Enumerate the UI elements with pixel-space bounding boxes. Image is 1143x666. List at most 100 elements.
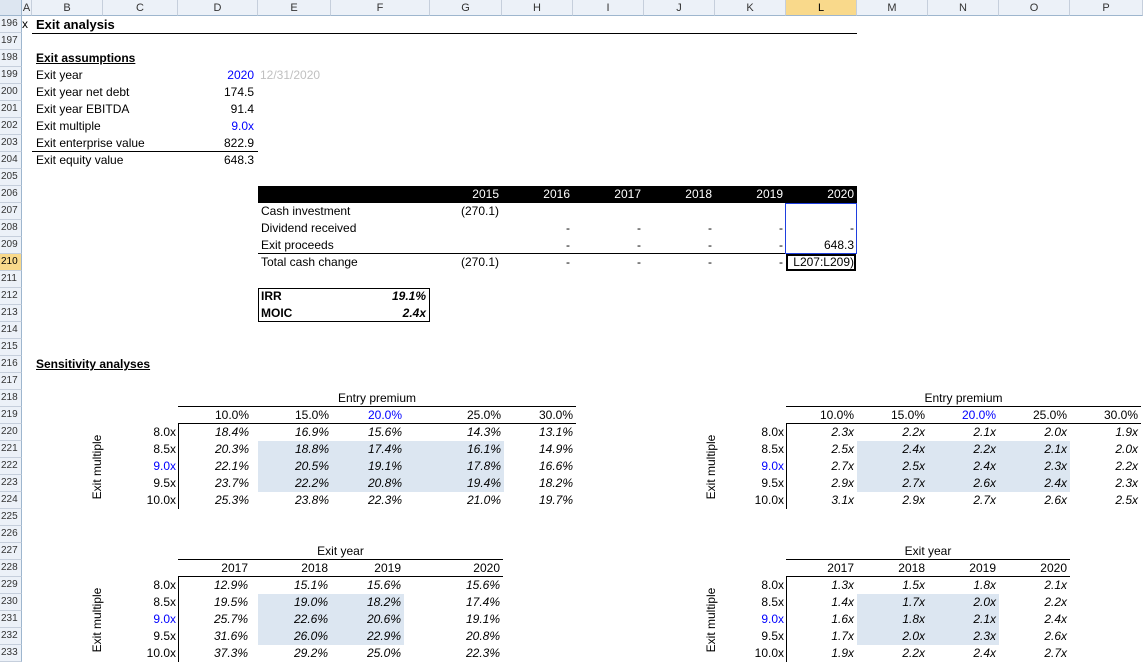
irr_year-cell[interactable]: 19.1%: [430, 611, 500, 628]
irr_year-cell[interactable]: 37.3%: [178, 645, 248, 662]
irr_premium-cell[interactable]: 13.1%: [502, 424, 573, 441]
column-header-d[interactable]: D: [178, 0, 258, 16]
row-header-197[interactable]: 197: [0, 33, 22, 50]
row-header-226[interactable]: 226: [0, 526, 22, 543]
irr_year-cell[interactable]: 25.0%: [331, 645, 401, 662]
row-header-216[interactable]: 216: [0, 356, 22, 373]
irr_year-row-header[interactable]: 8.0x: [103, 577, 176, 594]
row-header-207[interactable]: 207: [0, 203, 22, 220]
moic_premium-col-header[interactable]: 15.0%: [857, 407, 925, 424]
cashflow-value[interactable]: (270.1): [430, 203, 499, 220]
moic_year-col-header[interactable]: 2019: [928, 560, 996, 577]
assumption-label[interactable]: Exit equity value: [36, 152, 176, 169]
cashflow-label[interactable]: Cash investment: [261, 203, 411, 220]
irr_year-col-header[interactable]: 2020: [430, 560, 500, 577]
row-header-230[interactable]: 230: [0, 594, 22, 611]
moic_premium-row-header[interactable]: 8.5x: [715, 441, 784, 458]
column-header-c[interactable]: C: [103, 0, 178, 16]
row-header-206[interactable]: 206: [0, 186, 22, 203]
irr_year-col-header[interactable]: 2017: [178, 560, 248, 577]
column-header-j[interactable]: J: [644, 0, 715, 16]
irr_premium-cell[interactable]: 18.4%: [178, 424, 249, 441]
moic_premium-cell[interactable]: 2.6x: [928, 475, 996, 492]
irr_year-cell[interactable]: 29.2%: [258, 645, 328, 662]
row-header-200[interactable]: 200: [0, 84, 22, 101]
irr_year-cell[interactable]: 15.1%: [258, 577, 328, 594]
cashflow-value[interactable]: (270.1): [430, 254, 499, 271]
irr-label[interactable]: IRR: [261, 288, 321, 305]
row-header-219[interactable]: 219: [0, 407, 22, 424]
moic_year-cell[interactable]: 2.4x: [928, 645, 996, 662]
cashflow-label[interactable]: Total cash change: [261, 254, 411, 271]
cashflow-value[interactable]: -: [644, 220, 712, 237]
column-header-k[interactable]: K: [715, 0, 786, 16]
moic_year-cell[interactable]: 1.9x: [786, 645, 854, 662]
cashflow-value[interactable]: -: [573, 237, 641, 254]
cashflow-value[interactable]: -: [502, 254, 570, 271]
irr_year-col-title[interactable]: Exit year: [178, 543, 503, 560]
row-header-228[interactable]: 228: [0, 560, 22, 577]
assumption-value[interactable]: 91.4: [178, 101, 254, 118]
column-header-p[interactable]: P: [1070, 0, 1143, 16]
irr_premium-col-header[interactable]: 15.0%: [258, 407, 329, 424]
irr_premium-cell[interactable]: 17.8%: [430, 458, 501, 475]
irr_premium-cell[interactable]: 23.8%: [258, 492, 329, 509]
year-header-2016[interactable]: 2016: [502, 186, 570, 203]
irr_year-cell[interactable]: 25.7%: [178, 611, 248, 628]
moic_premium-col-title[interactable]: Entry premium: [786, 390, 1141, 407]
irr_year-cell[interactable]: 20.8%: [430, 628, 500, 645]
moic_premium-cell[interactable]: 2.1x: [928, 424, 996, 441]
irr_premium-cell[interactable]: 25.3%: [178, 492, 249, 509]
irr_year-cell[interactable]: 19.0%: [258, 594, 328, 611]
irr_year-cell[interactable]: 19.5%: [178, 594, 248, 611]
irr_year-cell[interactable]: 12.9%: [178, 577, 248, 594]
irr_premium-cell[interactable]: 14.9%: [502, 441, 573, 458]
assumption-label[interactable]: Exit enterprise value: [36, 135, 176, 152]
row-header-215[interactable]: 215: [0, 339, 22, 356]
row-header-204[interactable]: 204: [0, 152, 22, 169]
moic_year-cell[interactable]: 2.0x: [857, 628, 925, 645]
irr_premium-cell[interactable]: 20.5%: [258, 458, 329, 475]
moic_year-cell[interactable]: 1.5x: [857, 577, 925, 594]
moic_year-cell[interactable]: 1.3x: [786, 577, 854, 594]
irr_year-cell[interactable]: 22.9%: [331, 628, 401, 645]
irr_premium-cell[interactable]: 20.3%: [178, 441, 249, 458]
irr_premium-row-header[interactable]: 8.0x: [103, 424, 176, 441]
moic-label[interactable]: MOIC: [261, 305, 321, 322]
moic_year-col-header[interactable]: 2020: [999, 560, 1067, 577]
irr_premium-cell[interactable]: 23.7%: [178, 475, 249, 492]
irr_premium-cell[interactable]: 14.3%: [430, 424, 501, 441]
moic_year-cell[interactable]: 1.6x: [786, 611, 854, 628]
row-header-218[interactable]: 218: [0, 390, 22, 407]
row-header-196[interactable]: 196: [0, 16, 22, 33]
cashflow-value[interactable]: -: [573, 220, 641, 237]
moic_year-cell[interactable]: 1.7x: [857, 594, 925, 611]
assumption-label[interactable]: Exit year net debt: [36, 84, 176, 101]
irr_premium-cell[interactable]: 18.2%: [502, 475, 573, 492]
row-header-232[interactable]: 232: [0, 628, 22, 645]
column-header-e[interactable]: E: [258, 0, 331, 16]
moic_premium-cell[interactable]: 2.5x: [857, 458, 925, 475]
moic_year-cell[interactable]: 2.2x: [999, 594, 1067, 611]
page-title[interactable]: Exit analysis: [36, 16, 196, 33]
irr_premium-col-header[interactable]: 20.0%: [331, 407, 402, 424]
moic_premium-cell[interactable]: 2.2x: [928, 441, 996, 458]
irr_year-cell[interactable]: 15.6%: [331, 577, 401, 594]
moic_year-cell[interactable]: 1.7x: [786, 628, 854, 645]
moic_premium-cell[interactable]: 2.5x: [786, 441, 854, 458]
moic_year-row-header[interactable]: 9.0x: [715, 611, 784, 628]
moic_year-col-header[interactable]: 2018: [857, 560, 925, 577]
assumption-value[interactable]: 648.3: [178, 152, 254, 169]
irr_premium-row-header[interactable]: 9.5x: [103, 475, 176, 492]
irr_year-col-header[interactable]: 2019: [331, 560, 401, 577]
irr_premium-cell[interactable]: 20.8%: [331, 475, 402, 492]
row-header-210[interactable]: 210: [0, 254, 22, 271]
moic_premium-row-header[interactable]: 9.0x: [715, 458, 784, 475]
section-marker[interactable]: x: [22, 16, 32, 33]
cashflow-value[interactable]: -: [502, 237, 570, 254]
column-header-o[interactable]: O: [999, 0, 1070, 16]
moic_year-row-header[interactable]: 8.0x: [715, 577, 784, 594]
moic_year-cell[interactable]: 2.6x: [999, 628, 1067, 645]
moic_premium-row-header[interactable]: 10.0x: [715, 492, 784, 509]
cashflow-value[interactable]: -: [644, 254, 712, 271]
